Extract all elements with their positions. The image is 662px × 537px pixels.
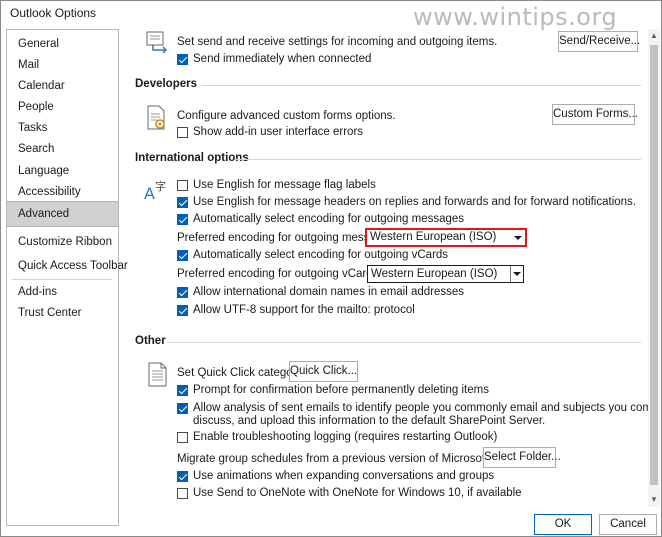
email-analysis-label-line2: discuss, and upload this information to …	[193, 415, 546, 427]
english-flag-labels-label: Use English for message flag labels	[193, 179, 376, 191]
quick-click-label: Set Quick Click category:	[177, 367, 306, 379]
scroll-thumb[interactable]	[650, 45, 658, 485]
quick-click-button[interactable]: Quick Click...	[289, 361, 358, 382]
show-addin-errors-option[interactable]: Show add-in user interface errors	[177, 124, 363, 140]
sidebar-divider	[12, 279, 112, 280]
troubleshooting-logging-label: Enable troubleshooting logging (requires…	[193, 431, 498, 443]
chevron-down-icon	[510, 266, 523, 282]
international-options-divider	[235, 159, 641, 160]
international-options-header: International options	[135, 152, 249, 164]
sidebar-item-customize-ribbon[interactable]: Customize Ribbon	[7, 231, 118, 253]
preferred-encoding-vcards-value: Western European (ISO)	[371, 268, 498, 280]
sidebar-item-language[interactable]: Language	[7, 160, 118, 182]
preferred-encoding-vcards-select[interactable]: Western European (ISO)	[367, 265, 524, 283]
send-immediately-label: Send immediately when connected	[193, 53, 372, 65]
send-to-onenote-label: Use Send to OneNote with OneNote for Win…	[193, 487, 522, 499]
preferred-encoding-vcards-label: Preferred encoding for outgoing vCards:	[177, 268, 382, 280]
preferred-encoding-messages-value: Western European (ISO)	[370, 231, 497, 243]
custom-forms-description: Configure advanced custom forms options.	[177, 110, 396, 122]
title-bar: Outlook Options www.wintips.org	[1, 1, 661, 31]
auto-encoding-vcards-label: Automatically select encoding for outgoi…	[193, 249, 449, 261]
auto-encoding-vcards-checkbox[interactable]	[177, 249, 188, 261]
select-folder-button[interactable]: Select Folder...	[483, 447, 561, 468]
intl-domain-names-option[interactable]: Allow international domain names in emai…	[177, 284, 464, 300]
international-language-icon: A 字	[144, 179, 166, 203]
send-receive-button[interactable]: Send/Receive...	[558, 31, 640, 52]
document-icon	[148, 362, 167, 387]
english-flag-labels-checkbox[interactable]	[177, 179, 188, 191]
sidebar-item-trust-center[interactable]: Trust Center	[7, 302, 118, 324]
other-header: Other	[135, 335, 166, 347]
scroll-up-arrow-icon[interactable]: ▲	[648, 29, 660, 43]
animations-option[interactable]: Use animations when expanding conversati…	[177, 468, 494, 484]
sidebar-nav: General Mail Calendar People Tasks Searc…	[6, 29, 128, 526]
watermark: www.wintips.org	[413, 3, 618, 31]
sidebar-item-people[interactable]: People	[7, 96, 118, 118]
utf8-mailto-checkbox[interactable]	[177, 304, 188, 316]
show-addin-errors-checkbox[interactable]	[177, 126, 188, 138]
svg-text:字: 字	[155, 179, 166, 193]
migrate-schedules-label: Migrate group schedules from a previous …	[177, 453, 535, 465]
sidebar-item-advanced[interactable]: Advanced	[7, 201, 118, 227]
auto-encoding-messages-label: Automatically select encoding for outgoi…	[193, 213, 465, 225]
troubleshooting-logging-option[interactable]: Enable troubleshooting logging (requires…	[177, 429, 497, 445]
svg-text:A: A	[144, 184, 155, 203]
sidebar-item-mail[interactable]: Mail	[7, 54, 118, 76]
auto-encoding-messages-checkbox[interactable]	[177, 213, 188, 225]
ok-button[interactable]: OK	[534, 514, 592, 535]
vertical-scrollbar[interactable]: ▲ ▼	[648, 29, 660, 507]
sidebar-item-quick-access-toolbar[interactable]: Quick Access Toolbar	[7, 255, 128, 277]
english-headers-checkbox[interactable]	[177, 196, 188, 208]
preferred-encoding-messages-select[interactable]: Western European (ISO)	[365, 228, 527, 247]
confirm-delete-option[interactable]: Prompt for confirmation before permanent…	[177, 382, 489, 398]
troubleshooting-logging-checkbox[interactable]	[177, 431, 188, 443]
confirm-delete-checkbox[interactable]	[177, 384, 188, 396]
advanced-options-panel: Set send and receive settings for incomi…	[123, 29, 653, 507]
other-divider	[167, 342, 641, 343]
english-flag-labels-option[interactable]: Use English for message flag labels	[177, 177, 376, 193]
sidebar-item-general[interactable]: General	[7, 33, 118, 55]
english-headers-label: Use English for message headers on repli…	[193, 196, 636, 208]
custom-forms-button[interactable]: Custom Forms...	[552, 104, 638, 125]
utf8-mailto-label: Allow UTF-8 support for the mailto: prot…	[193, 304, 415, 316]
sidebar-item-add-ins[interactable]: Add-ins	[7, 281, 118, 303]
auto-encoding-messages-option[interactable]: Automatically select encoding for outgoi…	[177, 211, 464, 227]
animations-label: Use animations when expanding conversati…	[193, 470, 495, 482]
send-to-onenote-checkbox[interactable]	[177, 487, 188, 499]
send-immediately-option[interactable]: Send immediately when connected	[177, 51, 371, 67]
intl-domain-names-checkbox[interactable]	[177, 286, 188, 298]
developers-divider	[201, 85, 641, 86]
window-title: Outlook Options	[10, 6, 97, 20]
email-analysis-checkbox[interactable]	[177, 402, 188, 414]
sidebar-item-calendar[interactable]: Calendar	[7, 75, 118, 97]
cancel-button[interactable]: Cancel	[599, 514, 657, 535]
auto-encoding-vcards-option[interactable]: Automatically select encoding for outgoi…	[177, 247, 448, 263]
custom-forms-icon	[147, 105, 165, 130]
send-immediately-checkbox[interactable]	[177, 53, 188, 65]
sidebar-item-search[interactable]: Search	[7, 138, 118, 160]
confirm-delete-label: Prompt for confirmation before permanent…	[193, 384, 489, 396]
send-receive-icon	[146, 31, 168, 53]
send-receive-description: Set send and receive settings for incomi…	[177, 36, 498, 48]
sidebar-item-accessibility[interactable]: Accessibility	[7, 181, 118, 203]
show-addin-errors-label: Show add-in user interface errors	[193, 126, 364, 138]
send-to-onenote-option[interactable]: Use Send to OneNote with OneNote for Win…	[177, 485, 522, 501]
outlook-options-window: Outlook Options www.wintips.org General …	[0, 0, 662, 537]
utf8-mailto-option[interactable]: Allow UTF-8 support for the mailto: prot…	[177, 302, 415, 318]
animations-checkbox[interactable]	[177, 470, 188, 482]
scroll-down-arrow-icon[interactable]: ▼	[648, 493, 660, 507]
developers-header: Developers	[135, 78, 198, 90]
chevron-down-icon	[514, 236, 522, 240]
intl-domain-names-label: Allow international domain names in emai…	[193, 286, 465, 298]
sidebar-item-tasks[interactable]: Tasks	[7, 117, 118, 139]
english-headers-option[interactable]: Use English for message headers on repli…	[177, 194, 636, 210]
